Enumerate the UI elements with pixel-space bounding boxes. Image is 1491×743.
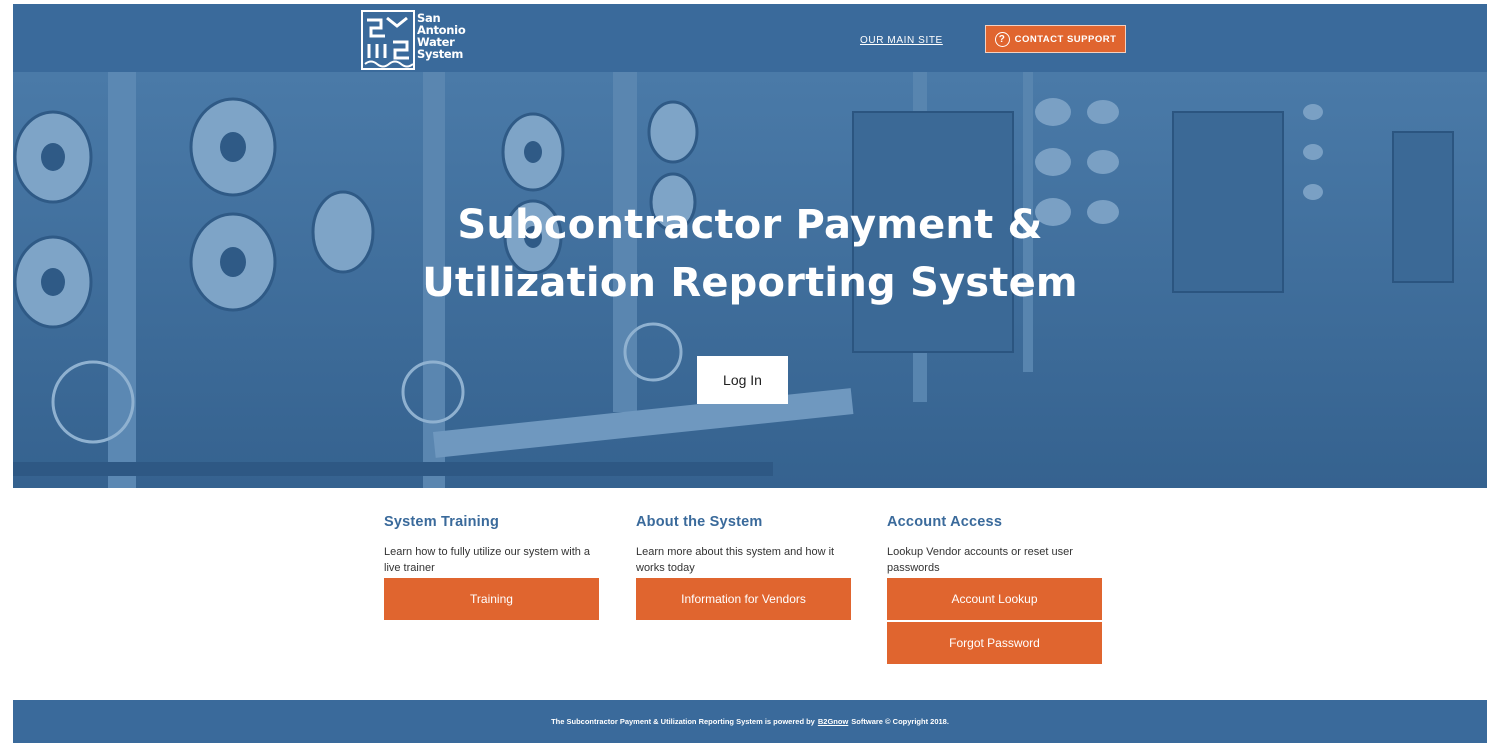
section-title: Account Access [887,514,1003,530]
section-system-training: System Training Learn how to fully utili… [384,514,599,620]
section-description: Learn more about this system and how it … [636,546,835,574]
logo-wordmark: San Antonio Water System [417,12,466,61]
page: San Antonio Water System OUR MAIN SITE ?… [13,4,1487,743]
log-in-button[interactable]: Log In [697,356,788,404]
section-account-access: Account Access Lookup Vendor accounts or… [887,514,1102,664]
top-navbar: San Antonio Water System OUR MAIN SITE ?… [13,4,1487,72]
hero-title-line: Subcontractor Payment & [457,202,1043,248]
section-title: System Training [384,514,500,530]
question-circle-icon: ? [994,31,1010,47]
hero-title: Subcontractor Payment & Utilization Repo… [13,196,1487,312]
account-lookup-button[interactable]: Account Lookup [887,578,1102,620]
contact-support-label: CONTACT SUPPORT [1014,33,1117,45]
footer-text-suffix: Software © Copyright 2018. [851,717,949,726]
information-for-vendors-button[interactable]: Information for Vendors [636,578,851,620]
footer: The Subcontractor Payment & Utilization … [13,700,1487,743]
saws-logo[interactable]: San Antonio Water System [361,10,466,70]
hero-banner: Subcontractor Payment & Utilization Repo… [13,72,1487,488]
section-about-system: About the System Learn more about this s… [636,514,851,620]
saws-logo-icon [361,10,415,70]
training-button[interactable]: Training [384,578,599,620]
b2gnow-link[interactable]: B2Gnow [818,717,848,726]
section-description: Lookup Vendor accounts or reset user pas… [887,546,1073,574]
logo-line: System [417,47,464,61]
forgot-password-button[interactable]: Forgot Password [887,622,1102,664]
hero-title-line: Utilization Reporting System [422,260,1078,306]
section-title: About the System [636,514,763,530]
contact-support-button[interactable]: ? CONTACT SUPPORT [985,25,1126,53]
main-site-link[interactable]: OUR MAIN SITE [860,35,943,46]
section-description: Learn how to fully utilize our system wi… [384,546,591,574]
footer-text-prefix: The Subcontractor Payment & Utilization … [551,717,815,726]
